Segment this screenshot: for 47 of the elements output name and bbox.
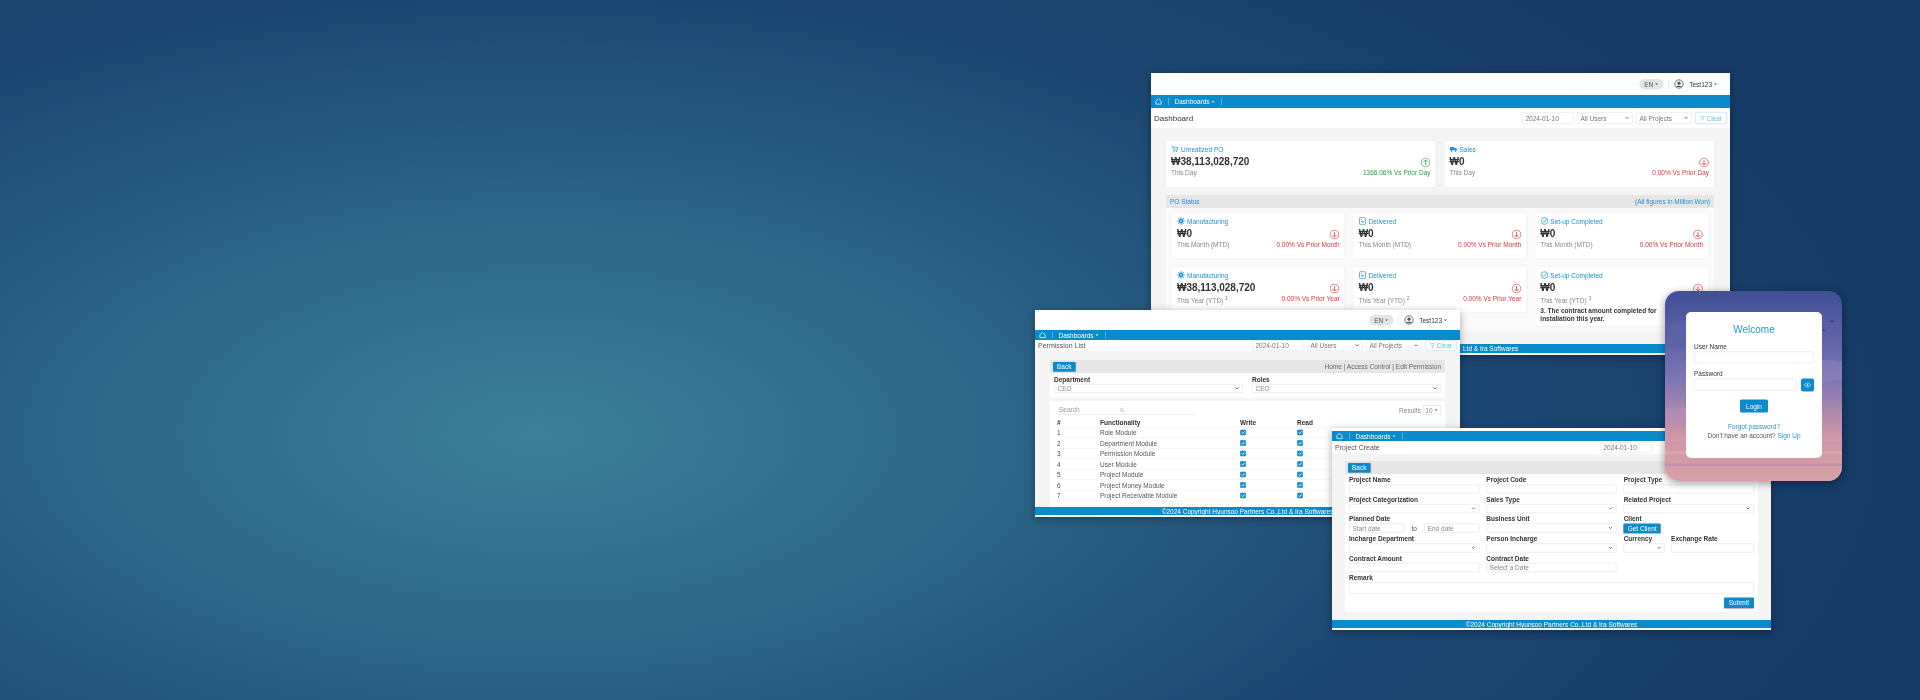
select-field[interactable] (1623, 504, 1754, 513)
caret-icon (1654, 81, 1660, 87)
page-title: Dashboard (1154, 113, 1194, 123)
amount: ₩0 (1540, 282, 1556, 294)
checkbox[interactable] (1297, 482, 1303, 488)
text-field[interactable] (1623, 484, 1754, 494)
checkbox[interactable] (1240, 492, 1246, 499)
login-title: Welcome (1732, 324, 1776, 336)
show-password-button[interactable] (1801, 378, 1814, 392)
checkbox[interactable] (1297, 450, 1303, 457)
select-field[interactable] (1486, 543, 1617, 553)
caret-icon (1433, 407, 1439, 413)
amount: ₩38,113,028,720 (1171, 156, 1250, 168)
gear-icon (1177, 217, 1185, 225)
amount: ₩38,113,028,720 (1177, 282, 1256, 294)
caret-icon (1210, 99, 1216, 104)
caret-icon (1391, 433, 1397, 439)
select-field[interactable] (1349, 504, 1480, 513)
document-icon (1358, 271, 1367, 279)
checkbox[interactable] (1297, 492, 1303, 499)
amount: ₩0 (1358, 228, 1374, 240)
truck-icon (1449, 145, 1458, 153)
checkbox[interactable] (1240, 482, 1246, 488)
select-field[interactable] (1486, 504, 1617, 513)
gear-icon (1177, 271, 1185, 279)
select-field[interactable] (1349, 543, 1480, 553)
document-icon (1358, 217, 1367, 225)
checkbox[interactable] (1240, 429, 1246, 436)
checkbox[interactable] (1240, 450, 1246, 457)
caret-icon (1094, 332, 1100, 338)
amount: ₩0 (1449, 156, 1465, 168)
checkbox[interactable] (1297, 429, 1303, 436)
checkbox[interactable] (1240, 471, 1246, 478)
checkbox[interactable] (1297, 471, 1303, 478)
checkbox[interactable] (1297, 440, 1303, 446)
checkbox[interactable] (1240, 440, 1246, 446)
eye-icon (1804, 381, 1811, 389)
caret-icon (1443, 317, 1448, 323)
select-field[interactable] (1486, 523, 1617, 533)
amount: ₩0 (1177, 228, 1192, 240)
caret-icon (1713, 81, 1718, 87)
checkbox[interactable] (1297, 461, 1303, 467)
select-field[interactable] (1623, 543, 1666, 553)
checkbox[interactable] (1240, 461, 1246, 467)
caret-icon (1384, 317, 1390, 323)
amount: ₩0 (1540, 228, 1556, 240)
amount: ₩0 (1358, 282, 1374, 294)
